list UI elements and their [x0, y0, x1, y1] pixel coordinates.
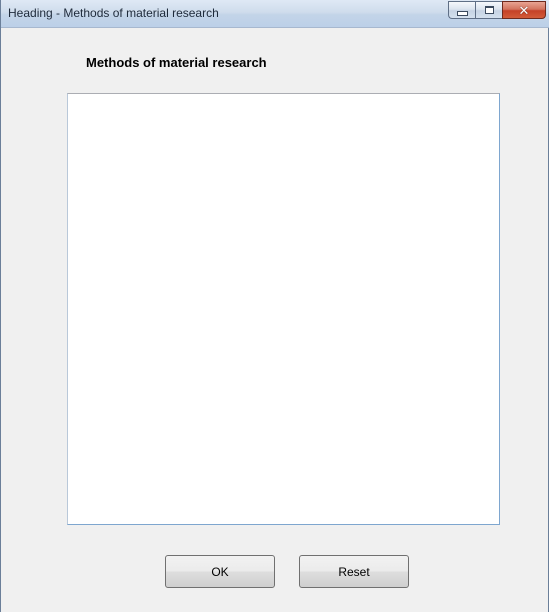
dialog-window: Heading - Methods of material research ✕… — [0, 0, 549, 612]
close-button[interactable]: ✕ — [502, 1, 546, 19]
reset-button[interactable]: Reset — [299, 555, 409, 588]
close-icon: ✕ — [518, 2, 530, 18]
title-bar[interactable]: Heading - Methods of material research ✕ — [1, 0, 549, 28]
heading-label: Methods of material research — [86, 55, 267, 70]
maximize-icon — [484, 6, 494, 14]
maximize-button[interactable] — [475, 1, 502, 19]
caption-buttons: ✕ — [448, 1, 548, 20]
minimize-button[interactable] — [448, 1, 475, 19]
window-title: Heading - Methods of material research — [8, 6, 219, 20]
minimize-icon — [456, 10, 468, 16]
ok-button[interactable]: OK — [165, 555, 275, 588]
heading-text-area[interactable] — [67, 93, 500, 525]
